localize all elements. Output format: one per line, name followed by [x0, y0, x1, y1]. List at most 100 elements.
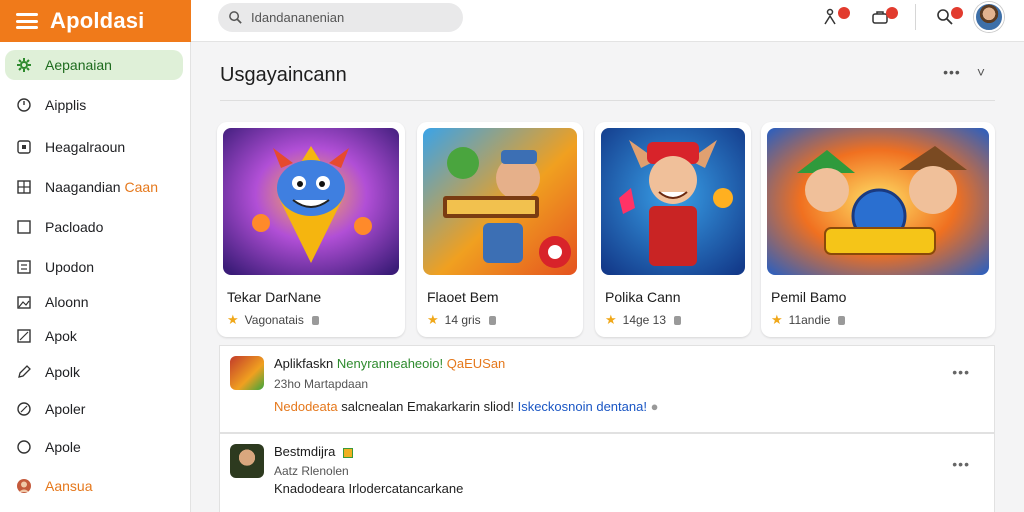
- game-thumbnail: [767, 128, 989, 275]
- notification-badge: [951, 7, 963, 19]
- game-thumbnail: [601, 128, 745, 275]
- app-title: Apoldasi: [50, 8, 145, 33]
- post-tag: Nenyranneaheoio!: [336, 356, 444, 371]
- star-icon: ★: [771, 312, 783, 327]
- sidebar-item-label: Apok: [45, 328, 77, 344]
- x-box-icon: [16, 328, 32, 344]
- sidebar-item-heagalraoun[interactable]: Heagalraoun: [5, 132, 183, 162]
- chevron-down-icon[interactable]: ˅: [977, 64, 986, 80]
- post-body: Nedodeata salcnealan Emakarkarin sliod! …: [274, 399, 658, 414]
- grid-icon: [16, 179, 32, 195]
- game-title: Tekar DarNane: [227, 289, 322, 305]
- main-content: Usgayaincann ••• ˅ Tekar DarNane ★ Vagon…: [191, 42, 1024, 512]
- game-meta: 14ge 13: [622, 313, 667, 327]
- square-icon: [16, 139, 32, 155]
- sidebar-item-accent: Caan: [124, 179, 158, 195]
- game-card[interactable]: Pemil Bamo ★ 11andie: [761, 122, 995, 337]
- sidebar-item-label: Aepanaian: [45, 57, 112, 73]
- post-author[interactable]: Aplikfaskn: [274, 356, 333, 371]
- box-icon: [16, 219, 32, 235]
- post-avatar[interactable]: [230, 356, 264, 390]
- sidebar-item-aloonn[interactable]: Aloonn: [5, 287, 183, 317]
- image-icon: [16, 294, 32, 310]
- list-icon: [16, 259, 32, 275]
- post-text: salcnealan Emakarkarin sliod!: [341, 399, 514, 414]
- game-meta: 11andie: [788, 313, 831, 327]
- post-tag: QaEUSan: [446, 356, 506, 371]
- tag-icon: [488, 315, 496, 325]
- sidebar-item-aepanaian[interactable]: Aepanaian: [5, 50, 183, 80]
- sidebar-item-pacloado[interactable]: Pacloado: [5, 212, 183, 242]
- post-body: Knadodeara Irlodercatancarkane: [274, 481, 463, 496]
- sidebar-item-naagandian[interactable]: Naagandian Caan: [5, 172, 183, 202]
- page-title: Usgayaincann: [220, 64, 347, 86]
- more-options-icon[interactable]: •••: [952, 456, 970, 472]
- verified-icon: [343, 447, 354, 458]
- game-thumbnail: [423, 128, 577, 275]
- search-box[interactable]: [218, 3, 463, 32]
- brand-bar: Apoldasi: [0, 0, 191, 42]
- sidebar-item-label: Apole: [45, 439, 81, 455]
- sidebar-item-apolk[interactable]: Apolk: [5, 357, 183, 387]
- post-author[interactable]: Bestmdijra: [274, 444, 335, 459]
- more-options-icon[interactable]: •••: [943, 64, 961, 80]
- sidebar-item-label: Apolk: [45, 364, 81, 380]
- game-meta: Vagonatais: [244, 313, 304, 327]
- topbar-divider: [915, 4, 916, 30]
- circle-icon: [16, 439, 32, 455]
- tag-icon: [674, 315, 682, 325]
- sidebar-item-label: Aipplis: [45, 97, 87, 113]
- avatar-icon: [16, 478, 32, 494]
- sidebar-item-aansua[interactable]: Aansua: [5, 471, 183, 501]
- game-card[interactable]: Flaoet Bem ★ 14 gris: [417, 122, 583, 337]
- post-header: Aplikfaskn Nenyranneaheoio! QaEUSan: [274, 356, 505, 371]
- game-meta: 14 gris: [444, 313, 481, 327]
- sidebar-item-label: Aloonn: [45, 294, 89, 310]
- sidebar-item-apok[interactable]: Apok: [5, 321, 183, 351]
- post-link[interactable]: Iskeckosnoin dentana!: [518, 399, 647, 414]
- game-title: Flaoet Bem: [427, 289, 499, 305]
- person-alert-icon[interactable]: [821, 6, 850, 28]
- search-icon[interactable]: [934, 6, 963, 28]
- game-thumbnail: [223, 128, 399, 275]
- tag-icon: [311, 315, 319, 325]
- hamburger-menu-icon[interactable]: [16, 13, 38, 29]
- sidebar-item-label: Pacloado: [45, 219, 104, 235]
- post-subtitle: 23ho Martapdaan: [274, 377, 369, 391]
- star-icon: ★: [227, 312, 239, 327]
- sidebar-item-label: Apoler: [45, 401, 86, 417]
- tag-icon: [838, 315, 846, 325]
- user-avatar[interactable]: [974, 2, 1004, 32]
- star-icon: ★: [605, 312, 617, 327]
- feed-post: Bestmdijra Aatz Rlenolen Knadodeara Irlo…: [219, 433, 995, 512]
- game-card[interactable]: Polika Cann ★ 14ge 13: [595, 122, 751, 337]
- circle-icon: [16, 97, 32, 113]
- sidebar-item-label: Naagandian: [45, 179, 121, 195]
- sidebar-item-apole[interactable]: Apole: [5, 432, 183, 462]
- feed-post: Aplikfaskn Nenyranneaheoio! QaEUSan 23ho…: [219, 345, 995, 433]
- sidebar-item-aipplis[interactable]: Aipplis: [5, 90, 183, 120]
- section-divider: [220, 100, 995, 101]
- post-text: Knadodeara Irlodercatancarkane: [274, 481, 464, 496]
- game-title: Pemil Bamo: [771, 289, 847, 305]
- post-avatar[interactable]: [230, 444, 264, 478]
- sidebar-item-label: Upodon: [45, 259, 95, 275]
- sidebar-item-apoler[interactable]: Apoler: [5, 394, 183, 424]
- more-options-icon[interactable]: •••: [952, 364, 970, 380]
- game-title: Polika Cann: [605, 289, 681, 305]
- search-input[interactable]: [251, 10, 451, 25]
- post-subtitle: Aatz Rlenolen: [274, 464, 349, 478]
- sidebar-item-upodon[interactable]: Upodon: [5, 252, 183, 282]
- sidebar-item-label: Aansua: [45, 478, 93, 494]
- leaf-icon: [16, 401, 32, 417]
- game-card[interactable]: Tekar DarNane ★ Vagonatais: [217, 122, 405, 337]
- sidebar-item-label: Heagalraoun: [45, 139, 126, 155]
- top-bar: [191, 0, 1024, 42]
- star-icon: ★: [427, 312, 439, 327]
- post-header: Bestmdijra: [274, 444, 357, 459]
- briefcase-icon[interactable]: [869, 6, 898, 28]
- sidebar: Aepanaian Aipplis Heagalraoun Naagandian…: [0, 42, 191, 512]
- globe-icon: ●: [650, 399, 659, 414]
- pen-icon: [16, 364, 32, 380]
- post-highlight: Nedodeata: [274, 399, 338, 414]
